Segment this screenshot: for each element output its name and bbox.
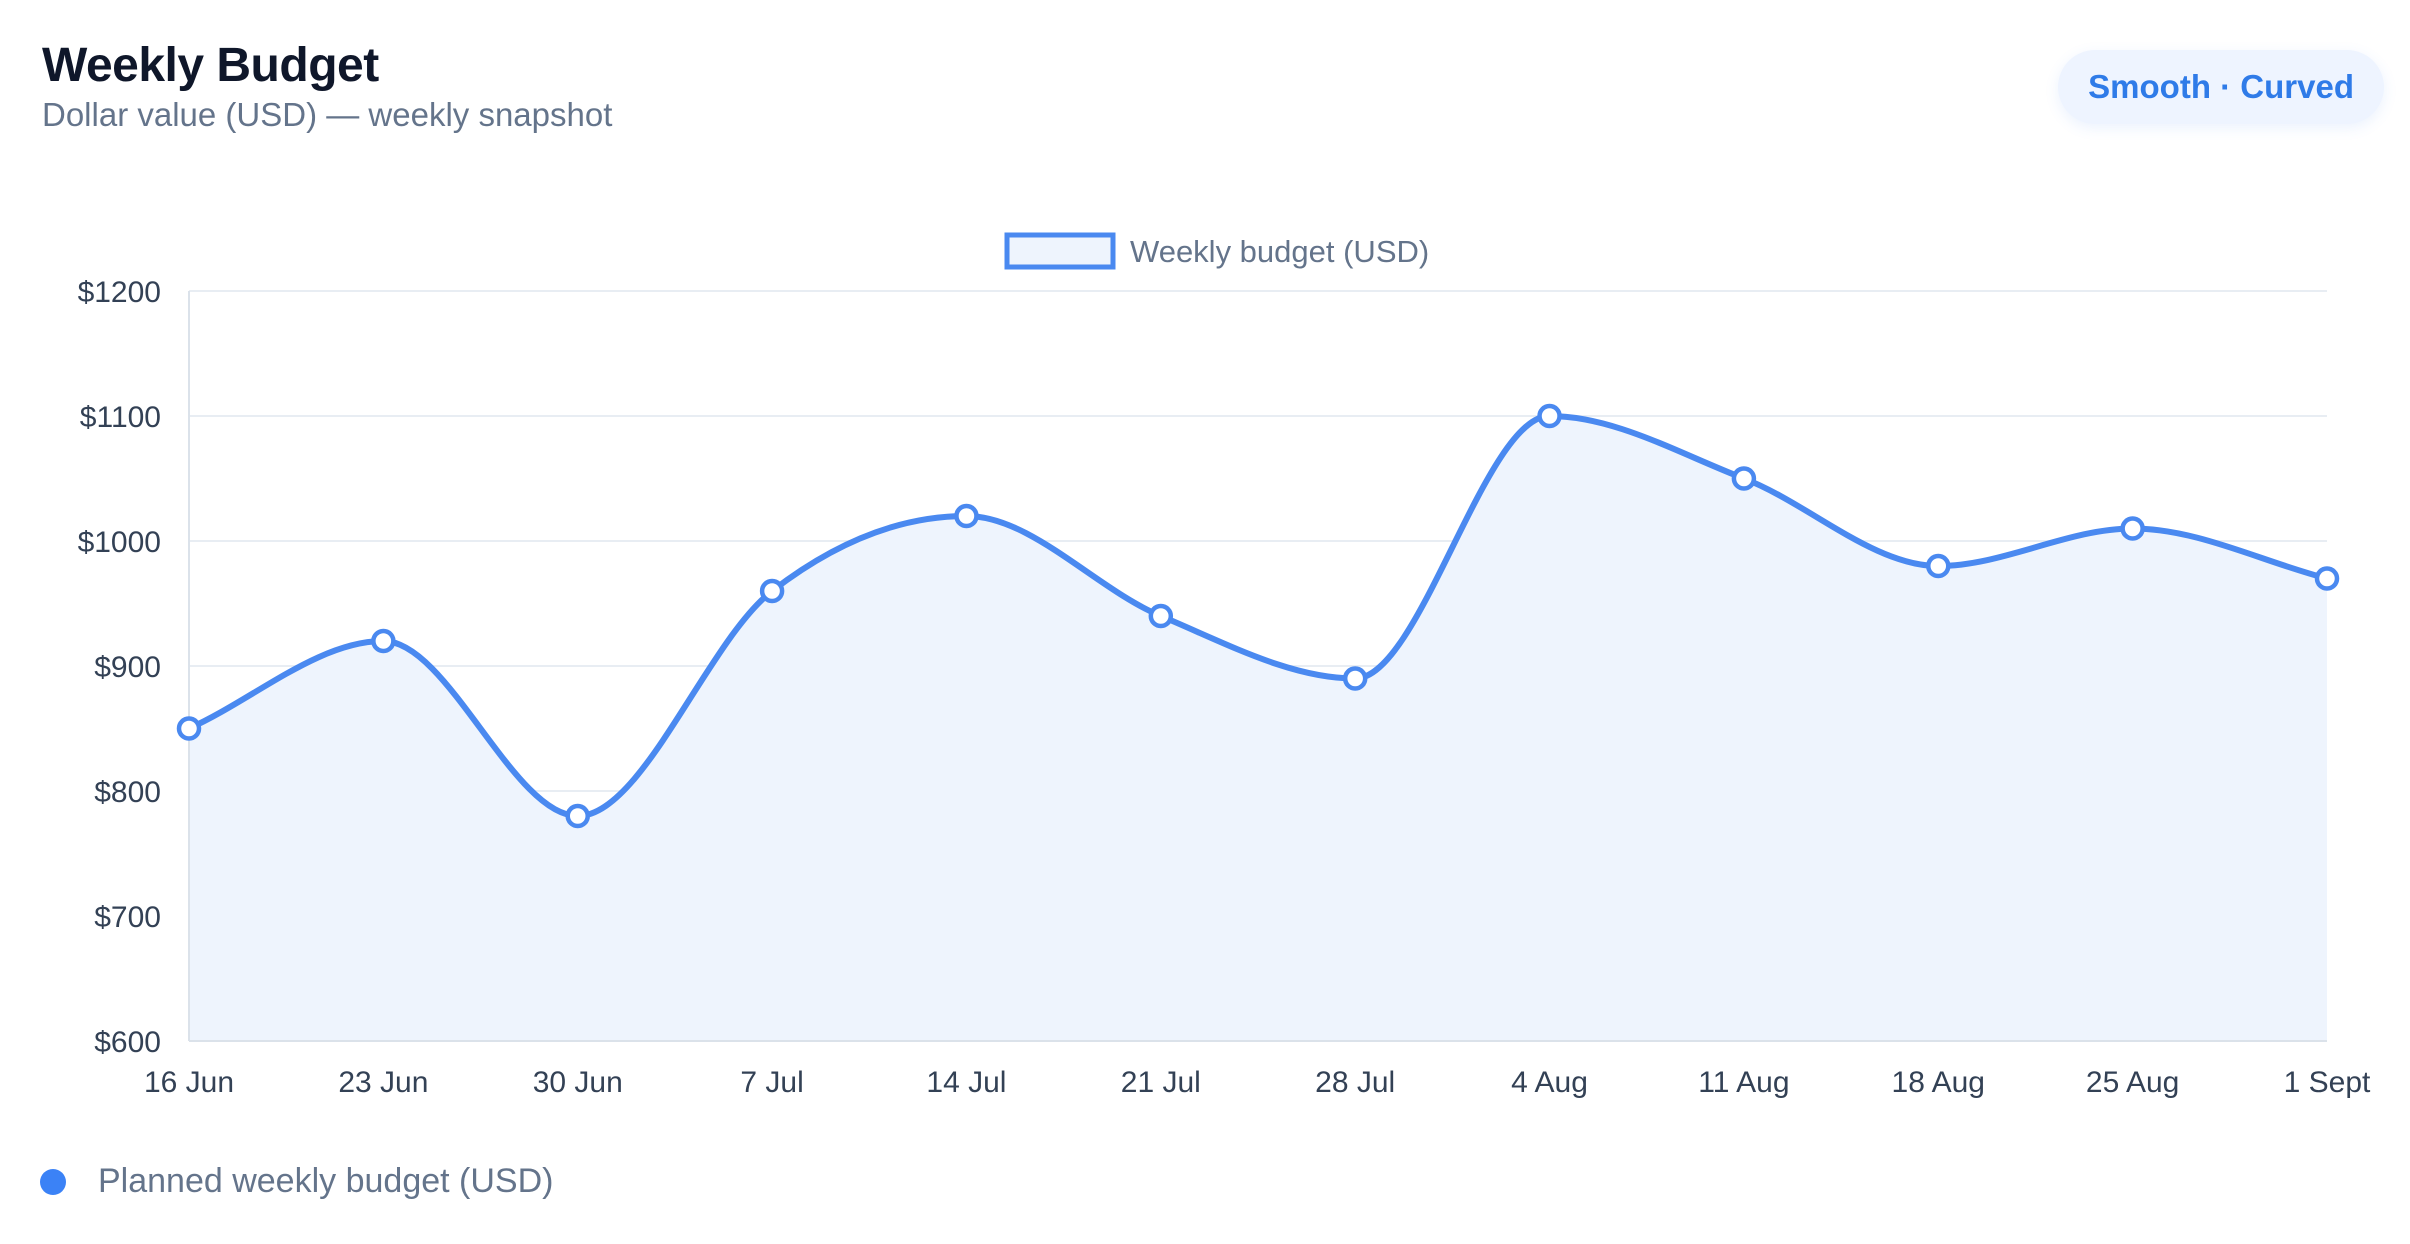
y-tick-label: $1100	[80, 401, 161, 434]
y-tick-label: $800	[94, 776, 161, 809]
footer-legend-label: Planned weekly budget (USD)	[98, 1162, 554, 1200]
data-point	[954, 503, 979, 529]
y-tick-label: $1000	[78, 526, 161, 559]
data-point	[1537, 403, 1562, 429]
x-tick-label: 11 Aug	[1698, 1066, 1789, 1099]
x-tick-label: 25 Aug	[2086, 1066, 2179, 1099]
legend-label: Weekly budget (USD)	[1130, 234, 1429, 269]
data-point	[1148, 603, 1174, 629]
area-fill-layer	[189, 416, 2327, 1041]
y-tick-label: $700	[94, 901, 161, 934]
x-tick-label: 1 Sept	[2284, 1066, 2371, 1099]
y-tick-label: $600	[94, 1026, 161, 1059]
x-tick-label: 16 Jun	[144, 1066, 234, 1099]
data-point	[176, 716, 202, 741]
data-point	[565, 803, 590, 829]
data-point	[2120, 516, 2145, 541]
y-tick-label: $1200	[78, 276, 161, 309]
data-point	[1731, 466, 1757, 491]
chart-legend[interactable]: Weekly budget (USD)	[1004, 232, 1429, 270]
footer-legend: Planned weekly budget (USD)	[40, 1162, 553, 1201]
budget-line-chart: $600 $700 $800 $900 $1000 $1100 $1200 16 Jun 23 …	[78, 232, 2371, 1099]
x-tick-label: 21 Jul	[1121, 1066, 1201, 1099]
x-tick-label: 23 Jun	[338, 1066, 428, 1099]
x-tick-label: 30 Jun	[533, 1066, 623, 1099]
data-point	[2314, 566, 2340, 591]
data-point	[1342, 666, 1368, 691]
x-tick-label: 7 Jul	[740, 1066, 803, 1099]
x-tick-label: 4 Aug	[1511, 1066, 1588, 1099]
x-tick-label: 28 Jul	[1315, 1066, 1395, 1099]
x-tick-label: 14 Jul	[926, 1066, 1006, 1099]
x-tick-label: 18 Aug	[1892, 1066, 1985, 1099]
data-point	[1926, 553, 1951, 579]
data-point	[371, 628, 396, 654]
data-point	[759, 578, 785, 604]
legend-swatch	[1004, 232, 1116, 270]
area-fill	[189, 416, 2327, 1041]
legend-dot-icon	[40, 1168, 66, 1195]
y-tick-label: $900	[94, 651, 161, 684]
